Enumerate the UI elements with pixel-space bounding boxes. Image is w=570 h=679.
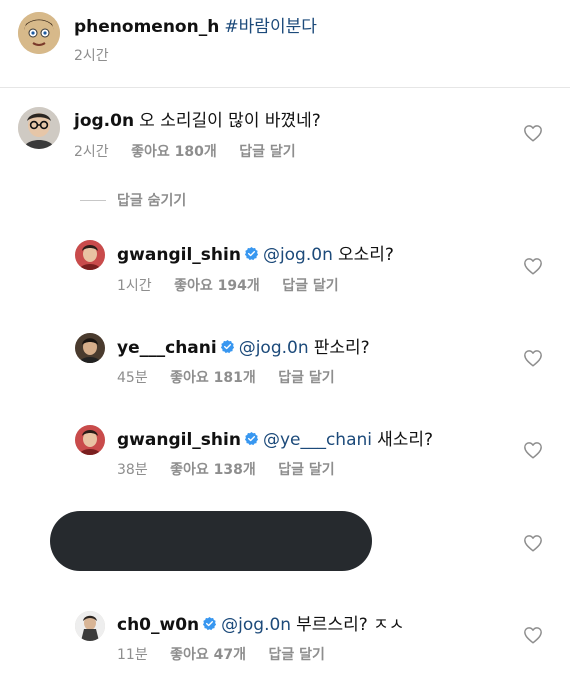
reply-username[interactable]: gwangil_shin — [117, 430, 241, 450]
reply-avatar[interactable] — [75, 611, 105, 641]
reply-time: 45분 — [117, 370, 148, 386]
heart-icon[interactable] — [523, 257, 543, 275]
comment-username[interactable]: jog.0n — [74, 111, 134, 131]
verified-badge-icon — [244, 431, 259, 446]
reply-likes[interactable]: 좋아요 181개 — [170, 370, 256, 386]
reply-meta: 45분 좋아요 181개 답글 달기 — [117, 367, 353, 387]
reply-meta: 1시간 좋아요 194개 답글 달기 — [117, 275, 357, 295]
redacted-comment-block — [50, 511, 372, 571]
reply-time: 1시간 — [117, 278, 152, 294]
verified-badge-icon — [202, 616, 217, 631]
heart-icon[interactable] — [523, 441, 543, 459]
reply-mention[interactable]: @jog.0n — [263, 245, 333, 265]
section-divider — [0, 87, 570, 88]
comment-body: jog.0n 오 소리길이 많이 바꼈네? — [74, 106, 321, 131]
reply-likes[interactable]: 좋아요 194개 — [174, 278, 260, 294]
reply-body: ye___chani @jog.0n 판소리? — [117, 333, 370, 358]
reply-time: 11분 — [117, 647, 148, 663]
heart-icon[interactable] — [523, 349, 543, 367]
reply-likes[interactable]: 좋아요 47개 — [170, 647, 246, 663]
reply-mention[interactable]: @jog.0n — [221, 615, 291, 635]
post-author-avatar[interactable] — [18, 12, 60, 54]
reply-reply-button[interactable]: 답글 달기 — [282, 278, 338, 294]
post-hashtag[interactable]: #바람이분다 — [224, 17, 316, 37]
reply-mention[interactable]: @jog.0n — [239, 338, 309, 358]
verified-badge-icon — [220, 339, 235, 354]
reply-mention[interactable]: @ye___chani — [263, 430, 372, 450]
reply-username[interactable]: gwangil_shin — [117, 245, 241, 265]
post-caption: phenomenon_h #바람이분다 — [74, 12, 317, 37]
comment-meta: 2시간 좋아요 180개 답글 달기 — [74, 141, 314, 161]
comment-likes[interactable]: 좋아요 180개 — [131, 144, 217, 160]
reply-text: 오소리? — [337, 245, 394, 265]
hide-replies-button[interactable]: 답글 숨기기 — [117, 190, 186, 210]
reply-avatar[interactable] — [75, 333, 105, 363]
reply-meta: 11분 좋아요 47개 답글 달기 — [117, 644, 343, 664]
reply-username[interactable]: ch0_w0n — [117, 615, 199, 635]
reply-text: 부르스리? ㅈㅅ — [296, 615, 405, 635]
hide-replies-line — [80, 200, 106, 201]
reply-reply-button[interactable]: 답글 달기 — [269, 647, 325, 663]
reply-reply-button[interactable]: 답글 달기 — [278, 462, 334, 478]
reply-body: gwangil_shin @jog.0n 오소리? — [117, 240, 394, 265]
post-time: 2시간 — [74, 48, 109, 64]
reply-reply-button[interactable]: 답글 달기 — [278, 370, 334, 386]
reply-body: ch0_w0n @jog.0n 부르스리? ㅈㅅ — [117, 610, 404, 635]
comment-avatar[interactable] — [18, 107, 60, 149]
reply-likes[interactable]: 좋아요 138개 — [170, 462, 256, 478]
comment-text: 오 소리길이 많이 바꼈네? — [139, 111, 321, 131]
post-author-username[interactable]: phenomenon_h — [74, 17, 219, 37]
reply-text: 새소리? — [377, 430, 434, 450]
reply-text: 판소리? — [313, 338, 370, 358]
heart-icon[interactable] — [523, 124, 543, 142]
comment-reply-button[interactable]: 답글 달기 — [239, 144, 295, 160]
reply-avatar[interactable] — [75, 240, 105, 270]
comment-time: 2시간 — [74, 144, 109, 160]
reply-username[interactable]: ye___chani — [117, 338, 217, 358]
verified-badge-icon — [244, 246, 259, 261]
reply-body: gwangil_shin @ye___chani 새소리? — [117, 425, 433, 450]
heart-icon[interactable] — [523, 534, 543, 552]
heart-icon[interactable] — [523, 626, 543, 644]
reply-meta: 38분 좋아요 138개 답글 달기 — [117, 459, 353, 479]
reply-avatar[interactable] — [75, 425, 105, 455]
reply-time: 38분 — [117, 462, 148, 478]
